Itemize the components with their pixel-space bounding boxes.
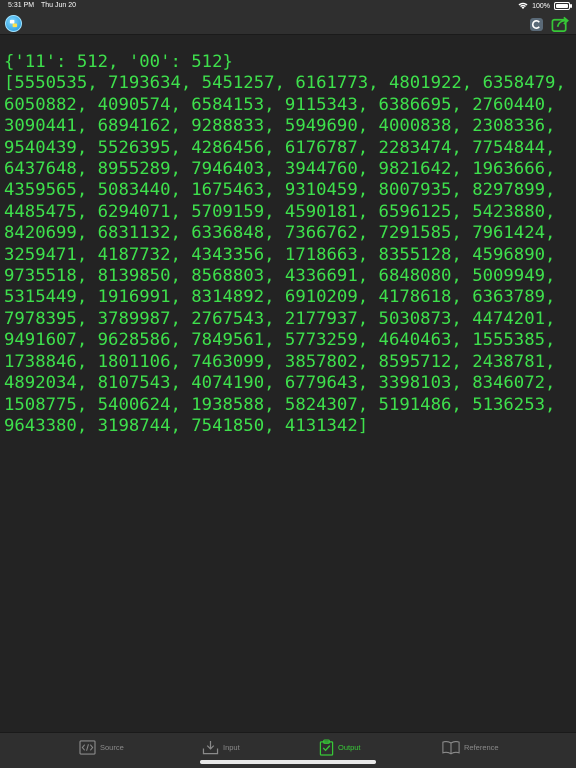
top-toolbar: [0, 13, 576, 35]
battery-percent: 100%: [532, 2, 550, 10]
wifi-icon: [518, 2, 528, 9]
status-time: 5:31 PM: [8, 2, 35, 9]
tab-input-label: Input: [223, 742, 240, 752]
status-right: 100%: [518, 2, 572, 10]
tab-reference-label: Reference: [464, 742, 499, 752]
home-indicator: [200, 760, 376, 764]
clear-icon[interactable]: [530, 18, 543, 31]
status-date: Thu Jun 20: [41, 2, 77, 9]
input-tray-icon: [202, 740, 219, 754]
tab-source[interactable]: Source: [79, 738, 124, 756]
app-logo-glyph: [9, 19, 18, 28]
output-clipboard-icon: [319, 738, 334, 756]
tab-input[interactable]: Input: [202, 738, 240, 756]
python-app-icon[interactable]: [5, 15, 22, 32]
output-console: {'11': 512, '00': 512} [5550535, 7193634…: [4, 52, 566, 436]
status-bar: 5:31 PM Thu Jun 20 100%: [0, 0, 576, 13]
battery-icon: [554, 2, 572, 10]
tab-output[interactable]: Output: [319, 738, 361, 756]
tab-source-label: Source: [100, 742, 124, 752]
code-icon: [79, 739, 96, 755]
share-icon[interactable]: [551, 15, 570, 33]
tab-output-label: Output: [338, 742, 361, 752]
tab-reference[interactable]: Reference: [442, 738, 499, 756]
book-icon: [442, 740, 460, 754]
